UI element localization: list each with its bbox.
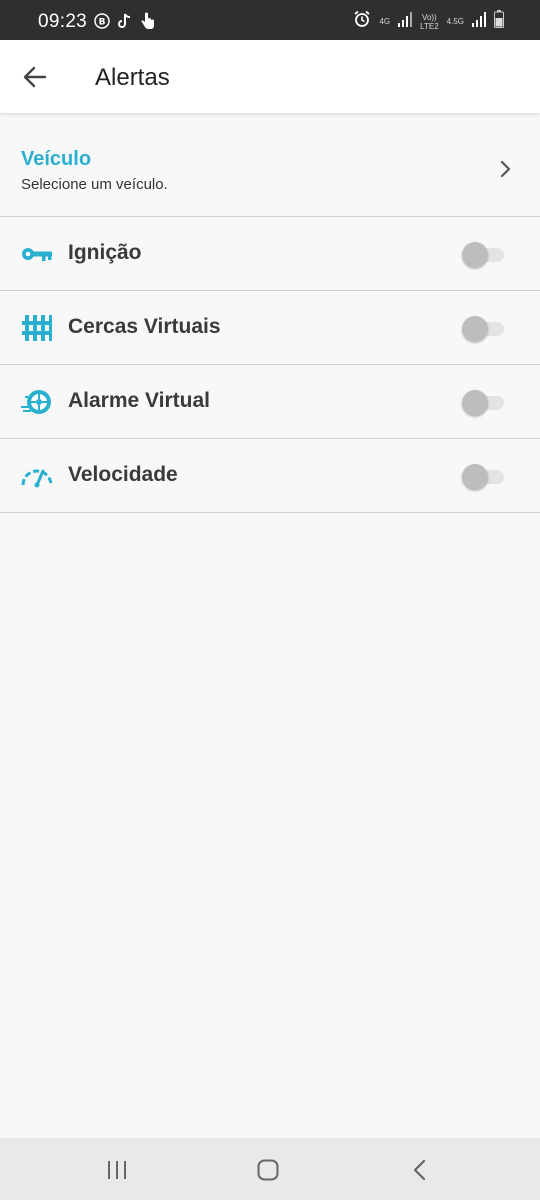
tiktok-icon	[118, 13, 132, 34]
arrow-left-icon	[23, 66, 47, 88]
network-type-1: 4G	[379, 17, 391, 26]
app-bar: Alertas	[0, 40, 540, 113]
vehicle-title: Veículo	[21, 148, 92, 170]
recent-apps-button[interactable]	[102, 1155, 132, 1185]
velocidade-toggle[interactable]	[462, 463, 504, 490]
signal-icon	[398, 11, 413, 32]
vehicle-selector[interactable]: Veículo Selecione um veículo.	[0, 113, 540, 217]
volte-indicator: Vo)) LTE2	[420, 12, 439, 31]
alarme-virtual-toggle[interactable]	[462, 389, 504, 416]
alert-row-ignicao[interactable]: Ignição	[0, 217, 540, 291]
page-title: Alertas	[95, 64, 170, 91]
alarm-clock-icon	[353, 10, 371, 33]
alert-row-cercas-virtuais[interactable]: Cercas Virtuais	[0, 291, 540, 365]
chevron-right-icon	[500, 160, 512, 183]
system-nav-bar	[0, 1138, 540, 1200]
home-icon	[257, 1159, 279, 1181]
network-type-2: 4.5G	[446, 17, 464, 26]
key-icon	[20, 239, 54, 269]
alert-row-velocidade[interactable]: Velocidade	[0, 439, 540, 513]
recent-apps-icon	[108, 1161, 126, 1179]
battery-icon	[494, 10, 504, 33]
alert-label: Cercas Virtuais	[68, 315, 221, 338]
nav-back-button[interactable]	[405, 1155, 435, 1185]
cercas-virtuais-toggle[interactable]	[462, 315, 504, 342]
signal-icon-2	[472, 11, 486, 32]
speedometer-icon	[20, 461, 54, 491]
status-time: 09:23	[38, 11, 88, 32]
vehicle-subtitle: Selecione um veículo.	[21, 176, 168, 193]
home-button[interactable]	[253, 1155, 283, 1185]
alert-label: Velocidade	[68, 463, 178, 486]
wheel-alarm-icon	[20, 387, 54, 417]
status-bar: 09:23 B 4G Vo)) LTE2 4.5G	[0, 0, 540, 40]
back-button[interactable]	[20, 62, 50, 92]
fence-icon	[20, 313, 54, 343]
ignicao-toggle[interactable]	[462, 241, 504, 268]
touch-hand-icon	[140, 12, 156, 35]
alert-label: Alarme Virtual	[68, 389, 211, 412]
alert-label: Ignição	[68, 241, 142, 264]
svg-text:B: B	[99, 18, 106, 28]
back-icon	[413, 1159, 426, 1181]
alert-row-alarme-virtual[interactable]: Alarme Virtual	[0, 365, 540, 439]
b-circle-icon: B	[94, 13, 110, 34]
